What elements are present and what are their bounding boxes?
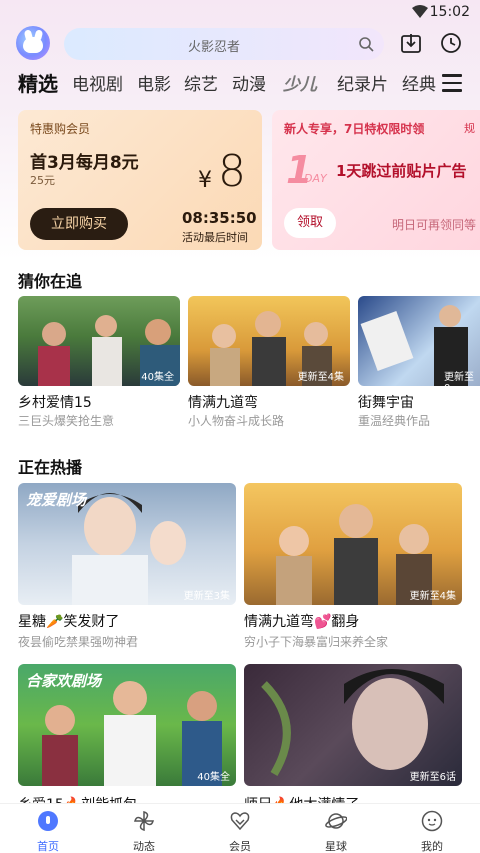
search-bar[interactable]: 火影忍者	[64, 28, 384, 60]
show-title: 情满九道弯💕翻身	[244, 614, 360, 630]
nav-planet[interactable]: 星球	[306, 810, 366, 853]
channel-logo-text: 宠爱剧场	[26, 491, 87, 509]
tab-tv[interactable]: 电视剧	[72, 70, 123, 95]
vip-promo-card[interactable]: 特惠购会员 首3月每月8元 25元 ¥ 8 立即购买 08:35:50 活动最后…	[18, 110, 262, 250]
nav-label: 动态	[133, 840, 155, 853]
nav-label: 星球	[325, 840, 347, 853]
show-subtitle: 小人物奋斗成长路	[188, 414, 285, 428]
promo-price: 8	[218, 146, 246, 197]
nav-home[interactable]: 首页	[18, 810, 78, 853]
nav-label: 我的	[421, 840, 443, 853]
show-subtitle: 夜昙偷吃禁果强吻神君	[18, 635, 139, 649]
wifi-icon	[412, 5, 428, 18]
promo2-number: 1	[286, 148, 313, 192]
episode-badge: 更新至3集	[183, 591, 230, 602]
nav-feed[interactable]: 动态	[114, 810, 174, 853]
promo2-note: 明日可再领同等	[392, 218, 477, 232]
show-title: 乡村爱情15	[18, 395, 92, 411]
promo-countdown-label: 活动最后时间	[182, 231, 248, 244]
nav-label: 会员	[229, 840, 251, 853]
show-subtitle: 三巨头爆笑抢生意	[18, 414, 115, 428]
history-clock-icon[interactable]	[440, 32, 462, 54]
promo2-label: 新人专享，7日特权限时领	[284, 122, 425, 136]
category-tabs: 精选 电视剧 电影 综艺 动漫 少儿 纪录片 经典	[0, 70, 440, 100]
show-subtitle: 穷小子下海暴富归来养全家	[244, 635, 389, 649]
tab-featured[interactable]: 精选	[18, 70, 58, 97]
nav-vip[interactable]: 会员	[210, 810, 270, 853]
promo-headline: 首3月每月8元	[30, 153, 139, 173]
follow-card[interactable]: 40集全 乡村爱情15 三巨头爆笑抢生意	[18, 296, 180, 428]
episode-badge: 更新至0	[444, 372, 474, 394]
promo-label: 特惠购会员	[30, 122, 91, 136]
hot-card[interactable]: 更新至4集 情满九道弯💕翻身 穷小子下海暴富归来养全家	[244, 483, 462, 653]
section-title-hot: 正在热播	[18, 458, 83, 477]
follow-card[interactable]: 更新至4集 情满九道弯 小人物奋斗成长路	[188, 296, 350, 428]
show-title: 街舞宇宙	[358, 395, 414, 411]
episode-badge: 40集全	[197, 772, 230, 783]
hot-card[interactable]: 宠爱剧场 更新至3集 星糖🥕笑发财了 夜昙偷吃禁果强吻神君	[18, 483, 236, 653]
currency-symbol: ¥	[198, 168, 212, 193]
channel-logo-text: 合家欢剧场	[26, 672, 102, 690]
promo-countdown: 08:35:50	[182, 209, 257, 227]
app-logo-avatar[interactable]	[16, 26, 50, 60]
tab-variety[interactable]: 综艺	[184, 70, 218, 95]
tab-movie[interactable]: 电影	[137, 70, 171, 95]
search-icon[interactable]	[358, 36, 374, 52]
follow-card[interactable]: 更新至0 街舞宇宙 重温经典作品	[358, 296, 480, 426]
tab-anime[interactable]: 动漫	[232, 70, 266, 95]
promo2-headline: 1天跳过前贴片广告	[336, 162, 467, 180]
episode-badge: 更新至6话	[409, 772, 456, 783]
nav-label: 首页	[37, 840, 59, 853]
profile-icon	[421, 810, 443, 832]
status-time: 15:02	[429, 4, 470, 20]
search-row: 火影忍者	[0, 26, 480, 64]
show-title: 情满九道弯	[188, 395, 258, 411]
show-title: 星糖🥕笑发财了	[18, 614, 120, 630]
nav-profile[interactable]: 我的	[402, 810, 462, 853]
promo2-day: DAY	[304, 172, 327, 185]
menu-icon[interactable]	[442, 74, 462, 92]
home-icon	[38, 811, 58, 831]
download-icon[interactable]	[400, 32, 422, 54]
show-subtitle: 重温经典作品	[358, 414, 431, 426]
buy-now-button[interactable]: 立即购买	[30, 208, 128, 240]
episode-badge: 40集全	[141, 372, 174, 383]
tab-kids[interactable]: 少儿	[283, 70, 317, 95]
tab-classic[interactable]: 经典	[402, 70, 436, 95]
episode-badge: 更新至4集	[297, 372, 344, 383]
vip-heart-icon	[230, 812, 250, 831]
promo-original-price: 25元	[30, 174, 55, 187]
section-title-follow: 猜你在追	[18, 272, 83, 291]
bottom-nav: 首页 动态 会员 星球 我的	[0, 803, 480, 853]
search-placeholder: 火影忍者	[187, 40, 240, 55]
claim-button[interactable]: 领取	[284, 208, 336, 238]
status-bar: 15:02	[0, 0, 480, 26]
episode-badge: 更新至4集	[409, 591, 456, 602]
newbie-promo-card[interactable]: 新人专享，7日特权限时领 规 1 DAY 1天跳过前贴片广告 领取 明日可再领同…	[272, 110, 480, 250]
pinwheel-icon	[134, 811, 154, 831]
tab-documentary[interactable]: 纪录片	[337, 70, 388, 95]
planet-icon	[325, 813, 348, 829]
promo2-rules[interactable]: 规	[464, 120, 475, 136]
